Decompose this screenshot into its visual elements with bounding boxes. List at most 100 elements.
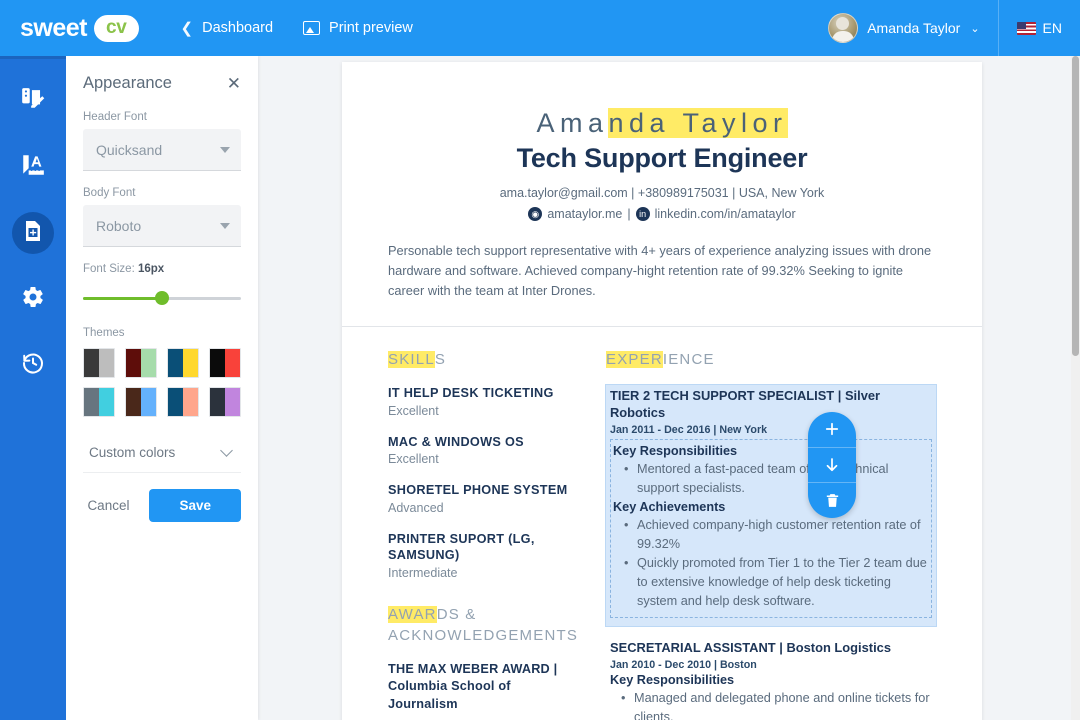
skills-section-title[interactable]: SKILLS [388, 349, 584, 371]
resume-contact[interactable]: ama.taylor@gmail.com | +380989175031 | U… [388, 186, 936, 200]
nav-dashboard-label: Dashboard [202, 20, 274, 36]
theme-swatch-right [183, 349, 198, 377]
rail-item-document-add[interactable] [0, 200, 66, 266]
theme-swatch-left [126, 349, 141, 377]
theme-swatch[interactable] [83, 348, 115, 378]
theme-swatch-right [225, 388, 240, 416]
experience-group-heading: Key Achievements [613, 499, 726, 514]
awards-list: THE MAX WEBER AWARD | Columbia School of… [388, 661, 584, 712]
experience-bullet-list: Achieved company-high customer retention… [613, 516, 929, 611]
avatar [828, 13, 859, 43]
theme-swatch-left [84, 349, 99, 377]
awards-title-highlighted: AWAR [388, 605, 437, 623]
font-size-slider[interactable] [83, 291, 241, 305]
experience-title: TIER 2 TECH SUPPORT SPECIALIST | Silver … [610, 388, 881, 420]
rail-item-typography[interactable] [0, 134, 66, 200]
experience-entry[interactable]: TIER 2 TECH SUPPORT SPECIALIST | Silver … [605, 384, 937, 628]
logo-badge: cv [93, 14, 139, 42]
language-switcher[interactable]: EN [999, 20, 1080, 36]
move-down-button[interactable] [808, 446, 856, 483]
header-font-select[interactable]: Quicksand [83, 129, 241, 171]
theme-swatch-left [210, 349, 225, 377]
skill-name: PRINTER SUPORT (LG, SAMSUNG) [388, 531, 535, 563]
header-font-label: Header Font [83, 111, 147, 123]
experience-group-heading: Key Responsibilities [613, 443, 738, 458]
top-bar-right: Amanda Taylor ⌄ EN [828, 0, 1080, 56]
experience-section-title[interactable]: EXPERIENCE [606, 349, 936, 371]
resume-name[interactable]: Amanda Taylor [536, 108, 788, 139]
icon-rail [0, 56, 66, 720]
skill-name: MAC & WINDOWS OS [388, 434, 524, 449]
font-size-label: Font Size: 16px [83, 263, 241, 275]
experience-entry[interactable]: SECRETARIAL ASSISTANT | Boston Logistics… [606, 640, 936, 720]
theme-swatch[interactable] [83, 387, 115, 417]
resume-linkedin: linkedin.com/in/amataylor [654, 207, 796, 221]
resume-website: amataylor.me [547, 207, 623, 221]
resume-links[interactable]: ◉ amataylor.me | in linkedin.com/in/amat… [388, 207, 936, 221]
resume-page: Amanda Taylor Tech Support Engineer ama.… [342, 62, 982, 720]
user-name: Amanda Taylor [867, 20, 961, 36]
resume-name-plain: Ama [536, 108, 609, 138]
slider-fill [83, 297, 162, 300]
image-icon [303, 21, 321, 35]
skill-item[interactable]: IT HELP DESK TICKETING Excellent [388, 385, 584, 418]
nav-print-preview[interactable]: Print preview [303, 20, 413, 36]
rail-item-history[interactable] [0, 332, 66, 398]
custom-colors-label: Custom colors [89, 445, 176, 460]
chevron-down-icon [220, 222, 230, 229]
theme-swatch-right [225, 349, 240, 377]
chevron-down-icon [220, 444, 233, 457]
app-root: sweet cv ❮ Dashboard Print preview Amand… [0, 0, 1080, 720]
skill-level: Advanced [388, 500, 444, 515]
award-item[interactable]: THE MAX WEBER AWARD | Columbia School of… [388, 661, 584, 712]
close-icon[interactable]: ✕ [227, 75, 241, 92]
resume-role[interactable]: Tech Support Engineer [388, 143, 936, 174]
page-scrollbar[interactable] [1071, 56, 1080, 720]
theme-swatch-left [84, 388, 99, 416]
theme-swatch[interactable] [209, 348, 241, 378]
resume-left-column: SKILLS IT HELP DESK TICKETING Excellent MA… [388, 349, 584, 720]
experience-meta: Jan 2010 - Dec 2010 | Boston [610, 658, 757, 671]
theme-swatch[interactable] [167, 387, 199, 417]
skill-item[interactable]: PRINTER SUPORT (LG, SAMSUNG) Intermediate [388, 531, 584, 580]
add-section-button[interactable] [808, 412, 856, 447]
skills-title-highlighted: SKILL [388, 351, 435, 369]
delete-section-button[interactable] [808, 482, 856, 518]
rail-item-appearance[interactable] [0, 68, 66, 134]
skill-item[interactable]: MAC & WINDOWS OS Excellent [388, 434, 584, 467]
theme-swatch[interactable] [209, 387, 241, 417]
body-font-value: Roboto [96, 217, 142, 234]
awards-section-title[interactable]: AWARDS & ACKNOWLEDGEMENTS [388, 604, 584, 648]
theme-swatch[interactable] [125, 348, 157, 378]
experience-list: TIER 2 TECH SUPPORT SPECIALIST | Silver … [605, 384, 937, 720]
save-button[interactable]: Save [149, 489, 241, 522]
resume-summary[interactable]: Personable tech support representative w… [388, 241, 936, 300]
nav-dashboard[interactable]: ❮ Dashboard [181, 20, 274, 36]
theme-swatch[interactable] [125, 387, 157, 417]
chevron-down-icon [220, 146, 230, 153]
list-item: Managed and delegated phone and online t… [610, 689, 932, 720]
app-logo[interactable]: sweet cv [20, 14, 139, 43]
skill-name: SHORETEL PHONE SYSTEM [388, 483, 568, 498]
theme-swatch-right [141, 388, 156, 416]
custom-colors-toggle[interactable]: Custom colors [83, 435, 241, 473]
language-label: EN [1042, 20, 1062, 36]
experience-bullet-list: Managed and delegated phone and online t… [610, 689, 932, 720]
body-font-select[interactable]: Roboto [83, 205, 241, 247]
experience-meta: Jan 2011 - Dec 2016 | New York [610, 423, 768, 436]
theme-swatch-right [183, 388, 198, 416]
theme-swatch-right [99, 388, 114, 416]
theme-swatch-right [141, 349, 156, 377]
cancel-button[interactable]: Cancel [81, 490, 135, 521]
scrollbar-thumb[interactable] [1072, 56, 1079, 356]
logo-text: sweet [20, 13, 87, 42]
top-bar: sweet cv ❮ Dashboard Print preview Amand… [0, 0, 1080, 56]
skill-item[interactable]: SHORETEL PHONE SYSTEM Advanced [388, 482, 584, 515]
slider-thumb[interactable] [155, 291, 169, 305]
header-font-value: Quicksand [96, 141, 163, 158]
resume-name-highlighted: nda Taylor [608, 108, 788, 138]
globe-icon: ◉ [528, 207, 543, 221]
rail-item-settings[interactable] [0, 266, 66, 332]
user-menu[interactable]: Amanda Taylor ⌄ [828, 13, 997, 43]
theme-swatch[interactable] [167, 348, 199, 378]
